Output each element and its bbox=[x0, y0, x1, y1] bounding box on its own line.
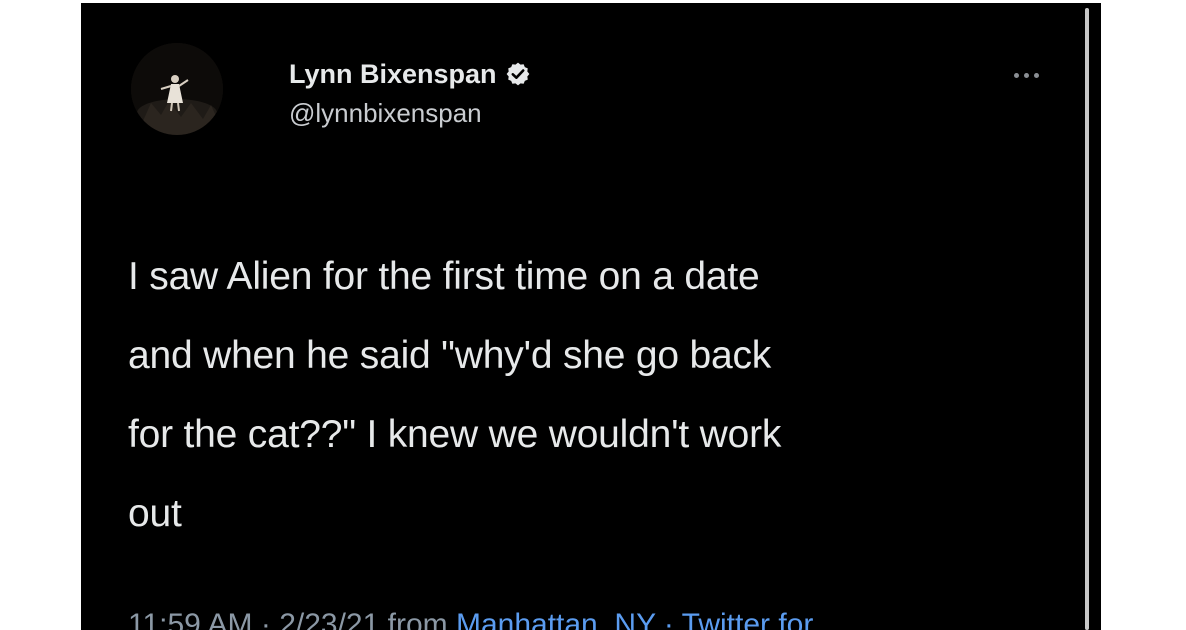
from-label: from bbox=[379, 608, 456, 630]
avatar[interactable] bbox=[131, 43, 223, 135]
screenshot-canvas: Lynn Bixenspan @lynnbixenspan I saw Alie… bbox=[0, 0, 1186, 630]
tweet-meta: 11:59 AM · 2/23/21 from Manhattan, NY · … bbox=[128, 607, 813, 630]
tweet-card: Lynn Bixenspan @lynnbixenspan I saw Alie… bbox=[81, 3, 1101, 630]
user-handle[interactable]: @lynnbixenspan bbox=[289, 96, 482, 130]
more-dot bbox=[1033, 72, 1039, 78]
location-link[interactable]: Manhattan, NY bbox=[456, 608, 656, 630]
more-dot bbox=[1023, 72, 1029, 78]
display-name[interactable]: Lynn Bixenspan bbox=[289, 57, 497, 91]
meta-separator: · bbox=[655, 608, 682, 630]
tweet-text: I saw Alien for the first time on a date… bbox=[128, 237, 1068, 553]
tweet-text-line: for the cat??" I knew we wouldn't work bbox=[128, 413, 782, 456]
avatar-photo bbox=[131, 43, 223, 135]
tweet-text-line: I saw Alien for the first time on a date bbox=[128, 255, 760, 298]
tweet-date[interactable]: 2/23/21 bbox=[279, 608, 379, 630]
verified-badge-icon bbox=[505, 61, 531, 87]
tweet-time[interactable]: 11:59 AM bbox=[128, 608, 253, 630]
more-dot bbox=[1013, 72, 1019, 78]
source-link[interactable]: Twitter for bbox=[682, 608, 814, 630]
tweet-text-line: out bbox=[128, 492, 182, 535]
tweet-text-line: and when he said "why'd she go back bbox=[128, 334, 772, 377]
scrollbar[interactable] bbox=[1085, 8, 1089, 630]
meta-separator: · bbox=[252, 608, 280, 630]
author-row: Lynn Bixenspan bbox=[289, 57, 531, 91]
more-options-icon[interactable] bbox=[1009, 67, 1043, 83]
